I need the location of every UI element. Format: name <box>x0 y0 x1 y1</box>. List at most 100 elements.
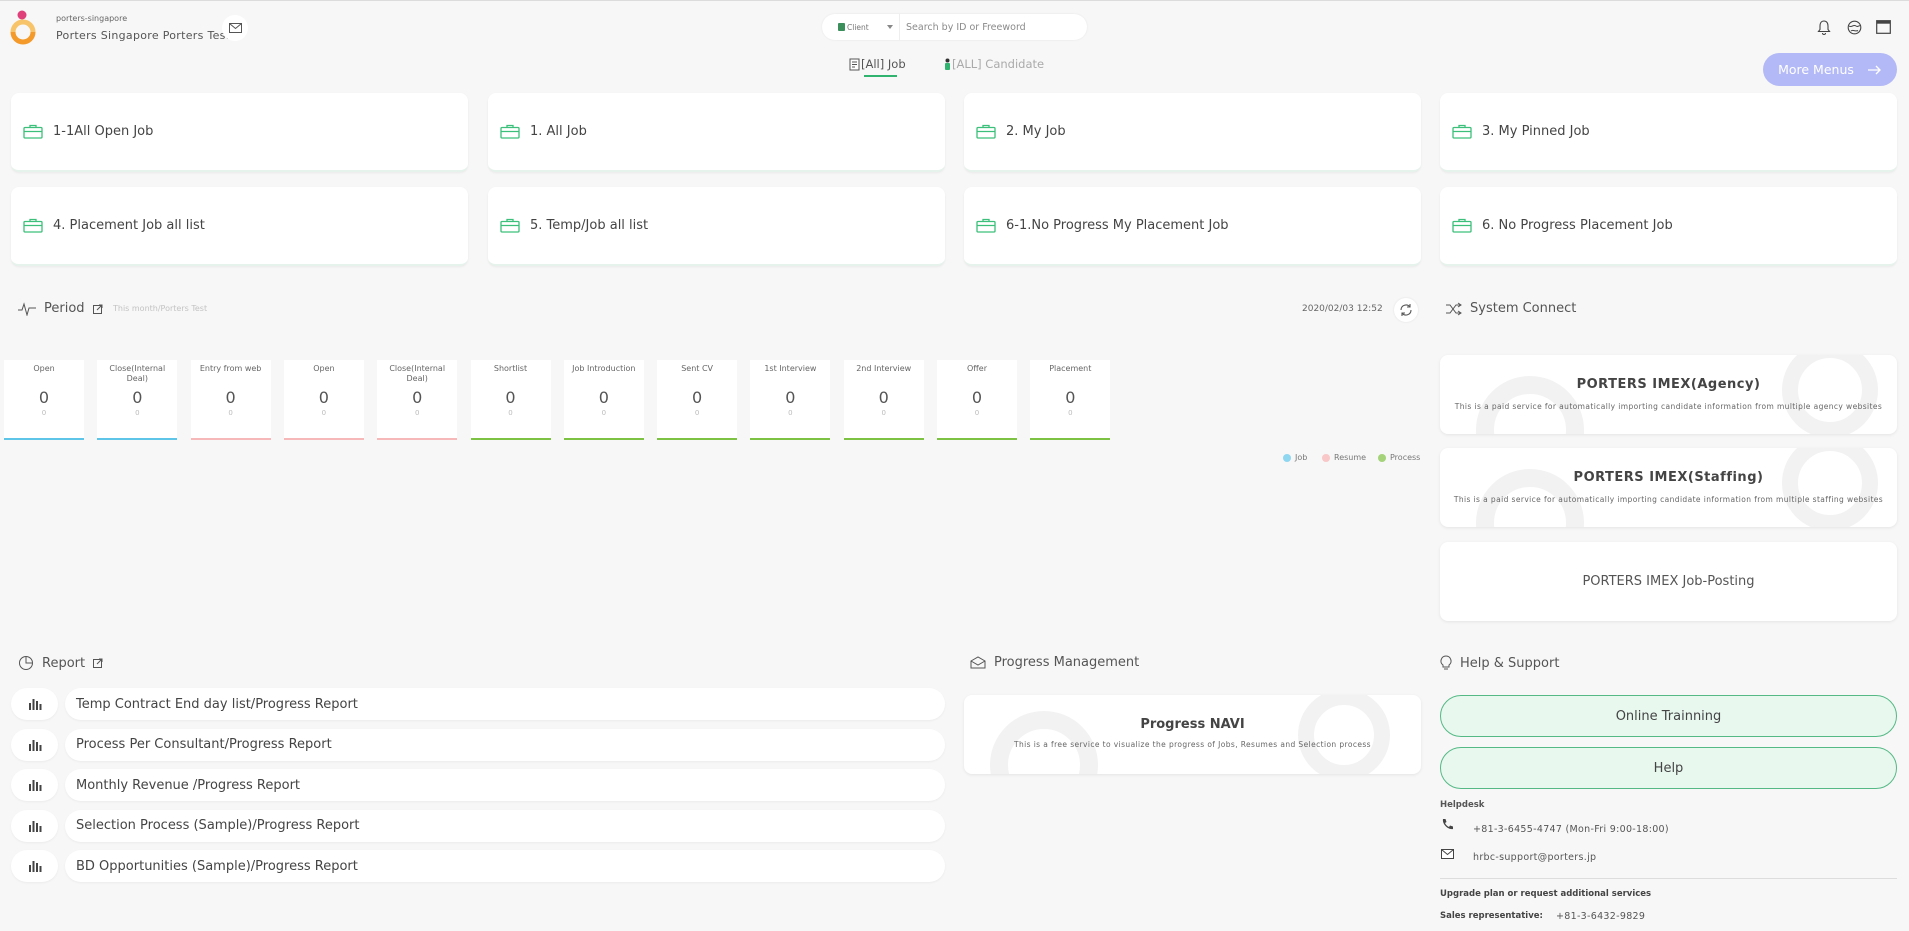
imex-service-card[interactable]: PORTERS IMEX(Staffing) This is a paid ser… <box>1440 448 1897 527</box>
report-item-label: Process Per Consultant/Progress Report <box>76 737 332 752</box>
external-link-icon[interactable] <box>93 658 103 668</box>
stat-color-bar <box>97 438 178 440</box>
report-item[interactable]: Process Per Consultant/Progress Report <box>65 728 945 761</box>
sales-representative-phone[interactable]: +81-3-6432-9829 <box>1556 911 1645 922</box>
stat-sub-value: 0 <box>414 409 420 417</box>
period-title[interactable]: Period <box>44 301 85 316</box>
job-list-card[interactable]: 1. All Job <box>488 93 945 172</box>
period-stat-card[interactable]: Sent CV 0 0 <box>657 360 738 440</box>
job-list-label: 1-1All Open Job <box>53 124 154 139</box>
imex-job-posting-card[interactable]: PORTERS IMEX Job-Posting <box>1440 542 1897 621</box>
stat-sub-value: 0 <box>41 409 47 417</box>
report-item[interactable]: Temp Contract End day list/Progress Repo… <box>65 688 945 720</box>
period-stat-card[interactable]: Shortlist 0 0 <box>470 360 551 440</box>
report-chart-button[interactable] <box>11 728 58 761</box>
report-item[interactable]: Monthly Revenue /Progress Report <box>65 769 945 801</box>
stat-label: Close(Internal Deal) <box>389 364 446 383</box>
legend-label: Process <box>1390 453 1421 462</box>
helpdesk-phone[interactable]: +81-3-6455-4747 (Mon-Fri 9:00-18:00) <box>1473 824 1669 835</box>
job-list-label: 2. My Job <box>1006 124 1066 139</box>
briefcase-icon <box>976 218 996 233</box>
stat-color-bar <box>283 438 364 440</box>
legend-item: Job <box>1283 453 1307 462</box>
report-item[interactable]: Selection Process (Sample)/Progress Repo… <box>65 809 945 842</box>
document-icon <box>849 58 860 70</box>
legend-dot <box>1322 453 1330 462</box>
report-item[interactable]: BD Opportunities (Sample)/Progress Repor… <box>65 850 945 882</box>
company-name[interactable]: Porters Singapore Porters Test <box>56 29 230 42</box>
period-stat-card[interactable]: Placement 0 0 <box>1030 360 1111 440</box>
stat-value: 0 <box>878 388 889 407</box>
mail-button[interactable] <box>222 15 248 41</box>
imex-card-title: PORTERS IMEX(Agency) <box>1576 377 1761 392</box>
refresh-button[interactable] <box>1394 298 1418 322</box>
lightbulb-icon <box>1440 655 1452 670</box>
legend-item: Process <box>1378 453 1420 462</box>
porters-logo[interactable] <box>10 10 40 46</box>
more-menus-button[interactable]: More Menus <box>1763 53 1897 86</box>
client-icon <box>838 23 845 31</box>
stat-value: 0 <box>971 388 983 407</box>
job-list-card[interactable]: 1-1All Open Job <box>11 93 468 172</box>
briefcase-icon <box>500 124 520 139</box>
stat-label: Placement <box>1049 364 1092 373</box>
stat-sub-value: 0 <box>508 409 513 417</box>
job-list-card[interactable]: 4. Placement Job all list <box>11 187 468 266</box>
notification-bell-icon[interactable] <box>1815 18 1833 36</box>
period-stat-card[interactable]: 1st Interview 0 0 <box>750 360 831 440</box>
stat-sub-value: 0 <box>974 409 980 417</box>
search-type-value: Client <box>847 22 869 32</box>
online-training-button[interactable]: Online Trainning <box>1440 695 1897 737</box>
imex-card-desc: This is a paid service for automatically… <box>1454 402 1883 411</box>
help-title: Help & Support <box>1460 655 1560 671</box>
report-chart-button[interactable] <box>11 809 58 842</box>
period-stat-card[interactable]: Job Introduction 0 0 <box>563 360 644 440</box>
imex-card-desc: This is a paid service for automatically… <box>1453 495 1884 504</box>
stat-label: Offer <box>966 364 988 373</box>
period-stat-card[interactable]: Close(Internal Deal) 0 0 <box>97 360 178 440</box>
report-item-label: Temp Contract End day list/Progress Repo… <box>76 696 358 712</box>
window-icon[interactable] <box>1874 18 1892 36</box>
phone-icon <box>1442 819 1453 830</box>
job-list-card[interactable]: 5. Temp/Job all list <box>488 187 945 266</box>
report-item-label: Monthly Revenue /Progress Report <box>76 777 301 793</box>
job-list-card[interactable]: 3. My Pinned Job <box>1440 93 1897 172</box>
search-type-select[interactable]: Client <box>822 14 900 40</box>
stat-sub-value: 0 <box>788 409 793 417</box>
period-stat-card[interactable]: Open 0 0 <box>283 360 364 440</box>
arrow-right-icon <box>1867 65 1881 74</box>
legend-dot <box>1378 453 1386 462</box>
tab-all-candidate[interactable]: [ALL] Candidate <box>943 57 1044 71</box>
period-stat-card[interactable]: Offer 0 0 <box>937 360 1017 440</box>
stat-sub-value: 0 <box>1068 409 1073 417</box>
search-input[interactable] <box>900 21 1087 33</box>
period-datetime: 2020/02/03 12:52 <box>1302 304 1383 314</box>
report-chart-button[interactable] <box>11 688 58 720</box>
report-chart-button[interactable] <box>11 850 58 882</box>
period-stat-card[interactable]: Open 0 0 <box>4 360 84 440</box>
briefcase-icon <box>1452 218 1472 233</box>
external-link-icon[interactable] <box>92 304 103 314</box>
imex-service-card[interactable]: PORTERS IMEX(Agency) This is a paid servi… <box>1440 355 1897 434</box>
job-list-card[interactable]: 2. My Job <box>964 93 1421 172</box>
tab-candidate-label: [ALL] Candidate <box>952 57 1045 71</box>
top-border <box>0 0 1909 1</box>
stat-label: Sent CV <box>681 364 713 373</box>
period-stat-card[interactable]: 2nd Interview 0 0 <box>843 360 924 440</box>
stat-label: 2nd Interview <box>856 364 912 373</box>
legend-item: Resume <box>1322 453 1366 462</box>
tab-all-job[interactable]: [All] Job <box>849 57 906 71</box>
language-globe-icon[interactable] <box>1845 18 1863 36</box>
progress-navi-card[interactable]: Progress NAVI This is a free service to … <box>964 695 1421 774</box>
job-list-card[interactable]: 6. No Progress Placement Job <box>1440 187 1897 266</box>
pulse-icon <box>18 301 36 316</box>
period-stat-card[interactable]: Close(Internal Deal) 0 0 <box>377 360 458 440</box>
help-button[interactable]: Help <box>1440 747 1897 789</box>
report-title[interactable]: Report <box>42 656 85 671</box>
gear-background-icon <box>1476 355 1878 434</box>
stat-value: 0 <box>598 388 609 407</box>
period-stat-card[interactable]: Entry from web 0 0 <box>190 360 271 440</box>
job-list-card[interactable]: 6-1.No Progress My Placement Job <box>964 187 1421 266</box>
report-chart-button[interactable] <box>11 769 58 801</box>
helpdesk-email[interactable]: hrbc-support@porters.jp <box>1473 852 1596 863</box>
